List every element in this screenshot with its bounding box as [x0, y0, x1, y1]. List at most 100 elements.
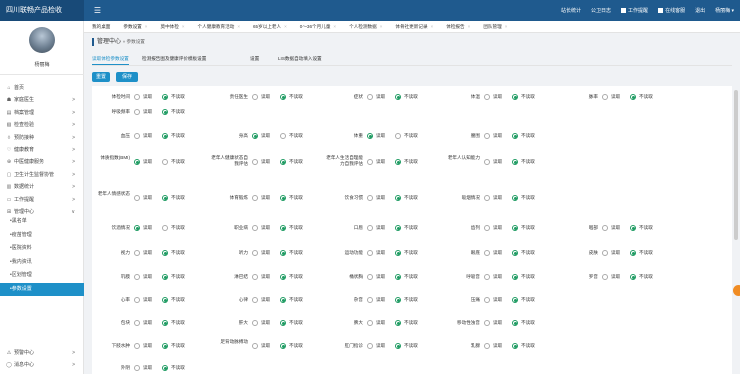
radio-read[interactable]: 读取: [134, 364, 152, 371]
radio-read[interactable]: 读取: [484, 249, 502, 256]
radio-read[interactable]: 读取: [134, 93, 152, 100]
reset-button[interactable]: 重置: [92, 72, 110, 82]
radio-read[interactable]: 读取: [252, 224, 270, 231]
radio-noread[interactable]: 不读取: [395, 224, 418, 231]
radio-icon[interactable]: [512, 273, 518, 280]
radio-icon[interactable]: [134, 296, 140, 303]
tab-item[interactable]: 个人健康教育活动 ×: [198, 24, 240, 30]
sidebar-subitem[interactable]: •疫苗管理: [0, 229, 84, 242]
radio-icon[interactable]: [602, 224, 608, 231]
radio-read[interactable]: 读取: [602, 224, 620, 231]
radio-read[interactable]: 读取: [252, 194, 270, 201]
radio-read[interactable]: 读取: [484, 194, 502, 201]
radio-noread[interactable]: 不读取: [162, 158, 185, 165]
radio-read[interactable]: 读取: [134, 296, 152, 303]
sidebar-item[interactable]: ▢ 卫生计生监督协管 >: [0, 169, 84, 181]
sidebar-item[interactable]: ⚠ 预警中心 >: [0, 347, 84, 359]
radio-icon[interactable]: [162, 296, 168, 303]
tab-item[interactable]: 团队管理 ×: [483, 24, 507, 30]
radio-noread[interactable]: 不读取: [630, 249, 653, 256]
radio-icon[interactable]: [512, 132, 518, 139]
radio-noread[interactable]: 不读取: [512, 93, 535, 100]
radio-read[interactable]: 读取: [602, 273, 620, 280]
radio-icon[interactable]: [280, 296, 286, 303]
radio-noread[interactable]: 不读取: [280, 194, 303, 201]
radio-read[interactable]: 读取: [134, 108, 152, 115]
radio-icon[interactable]: [630, 249, 636, 256]
tab-item[interactable]: 体检报告 ×: [446, 24, 470, 30]
radio-icon[interactable]: [367, 319, 373, 326]
radio-read[interactable]: 读取: [367, 132, 385, 139]
sidebar-item[interactable]: ◯ 消息中心 >: [0, 359, 84, 371]
radio-icon[interactable]: [280, 273, 286, 280]
radio-noread[interactable]: 不读取: [280, 224, 303, 231]
radio-icon[interactable]: [162, 132, 168, 139]
radio-icon[interactable]: [162, 249, 168, 256]
close-icon[interactable]: ×: [237, 24, 240, 29]
radio-noread[interactable]: 不读取: [512, 342, 535, 349]
radio-noread[interactable]: 不读取: [395, 249, 418, 256]
radio-read[interactable]: 读取: [484, 342, 502, 349]
top-nav-item[interactable]: 站长统计: [561, 7, 581, 14]
save-button[interactable]: 保存: [116, 72, 138, 82]
radio-icon[interactable]: [280, 224, 286, 231]
radio-noread[interactable]: 不读取: [395, 132, 418, 139]
radio-noread[interactable]: 不读取: [162, 296, 185, 303]
close-icon[interactable]: ×: [468, 24, 471, 29]
radio-icon[interactable]: [252, 296, 258, 303]
radio-noread[interactable]: 不读取: [395, 158, 418, 165]
radio-icon[interactable]: [395, 296, 401, 303]
radio-icon[interactable]: [395, 132, 401, 139]
radio-noread[interactable]: 不读取: [280, 273, 303, 280]
sidebar-item[interactable]: ⊕ 中医健康服务 >: [0, 156, 84, 168]
radio-noread[interactable]: 不读取: [162, 249, 185, 256]
sidebar-item[interactable]: ▤ 档案管理 >: [0, 107, 84, 119]
tab-item[interactable]: 参数设置 ×: [123, 24, 147, 30]
radio-noread[interactable]: 不读取: [512, 296, 535, 303]
subtab-item[interactable]: 设置: [250, 56, 259, 62]
radio-noread[interactable]: 不读取: [162, 194, 185, 201]
radio-icon[interactable]: [162, 194, 168, 201]
radio-icon[interactable]: [484, 296, 490, 303]
radio-noread[interactable]: 不读取: [512, 224, 535, 231]
radio-icon[interactable]: [134, 319, 140, 326]
radio-icon[interactable]: [395, 194, 401, 201]
radio-icon[interactable]: [162, 319, 168, 326]
top-nav-item[interactable]: 在线客服: [658, 7, 685, 14]
radio-icon[interactable]: [367, 158, 373, 165]
radio-icon[interactable]: [134, 158, 140, 165]
radio-noread[interactable]: 不读取: [395, 93, 418, 100]
radio-read[interactable]: 读取: [367, 249, 385, 256]
radio-icon[interactable]: [395, 224, 401, 231]
radio-noread[interactable]: 不读取: [395, 273, 418, 280]
tab-item[interactable]: 65岁以上老人 ×: [253, 24, 287, 30]
tab-item[interactable]: 我的桌面: [92, 24, 110, 30]
menu-toggle-icon[interactable]: ☰: [92, 5, 103, 16]
radio-icon[interactable]: [280, 93, 286, 100]
radio-icon[interactable]: [134, 132, 140, 139]
radio-noread[interactable]: 不读取: [162, 319, 185, 326]
radio-read[interactable]: 读取: [484, 93, 502, 100]
radio-icon[interactable]: [512, 296, 518, 303]
top-nav-item[interactable]: 杨丽梅 ▾: [715, 7, 734, 14]
radio-noread[interactable]: 不读取: [395, 296, 418, 303]
radio-noread[interactable]: 不读取: [162, 364, 185, 371]
radio-read[interactable]: 读取: [367, 319, 385, 326]
radio-icon[interactable]: [252, 158, 258, 165]
close-icon[interactable]: ×: [333, 24, 336, 29]
radio-icon[interactable]: [602, 93, 608, 100]
radio-icon[interactable]: [630, 224, 636, 231]
radio-icon[interactable]: [162, 108, 168, 115]
radio-icon[interactable]: [252, 273, 258, 280]
radio-icon[interactable]: [484, 132, 490, 139]
radio-noread[interactable]: 不读取: [280, 249, 303, 256]
radio-noread[interactable]: 不读取: [280, 132, 303, 139]
radio-icon[interactable]: [134, 194, 140, 201]
radio-noread[interactable]: 不读取: [512, 132, 535, 139]
radio-read[interactable]: 读取: [367, 224, 385, 231]
radio-read[interactable]: 读取: [252, 319, 270, 326]
radio-icon[interactable]: [252, 224, 258, 231]
sidebar-item[interactable]: ▧ 检查检验 >: [0, 119, 84, 131]
radio-icon[interactable]: [367, 194, 373, 201]
sidebar-item[interactable]: ☗ 家庭医生 >: [0, 94, 84, 106]
